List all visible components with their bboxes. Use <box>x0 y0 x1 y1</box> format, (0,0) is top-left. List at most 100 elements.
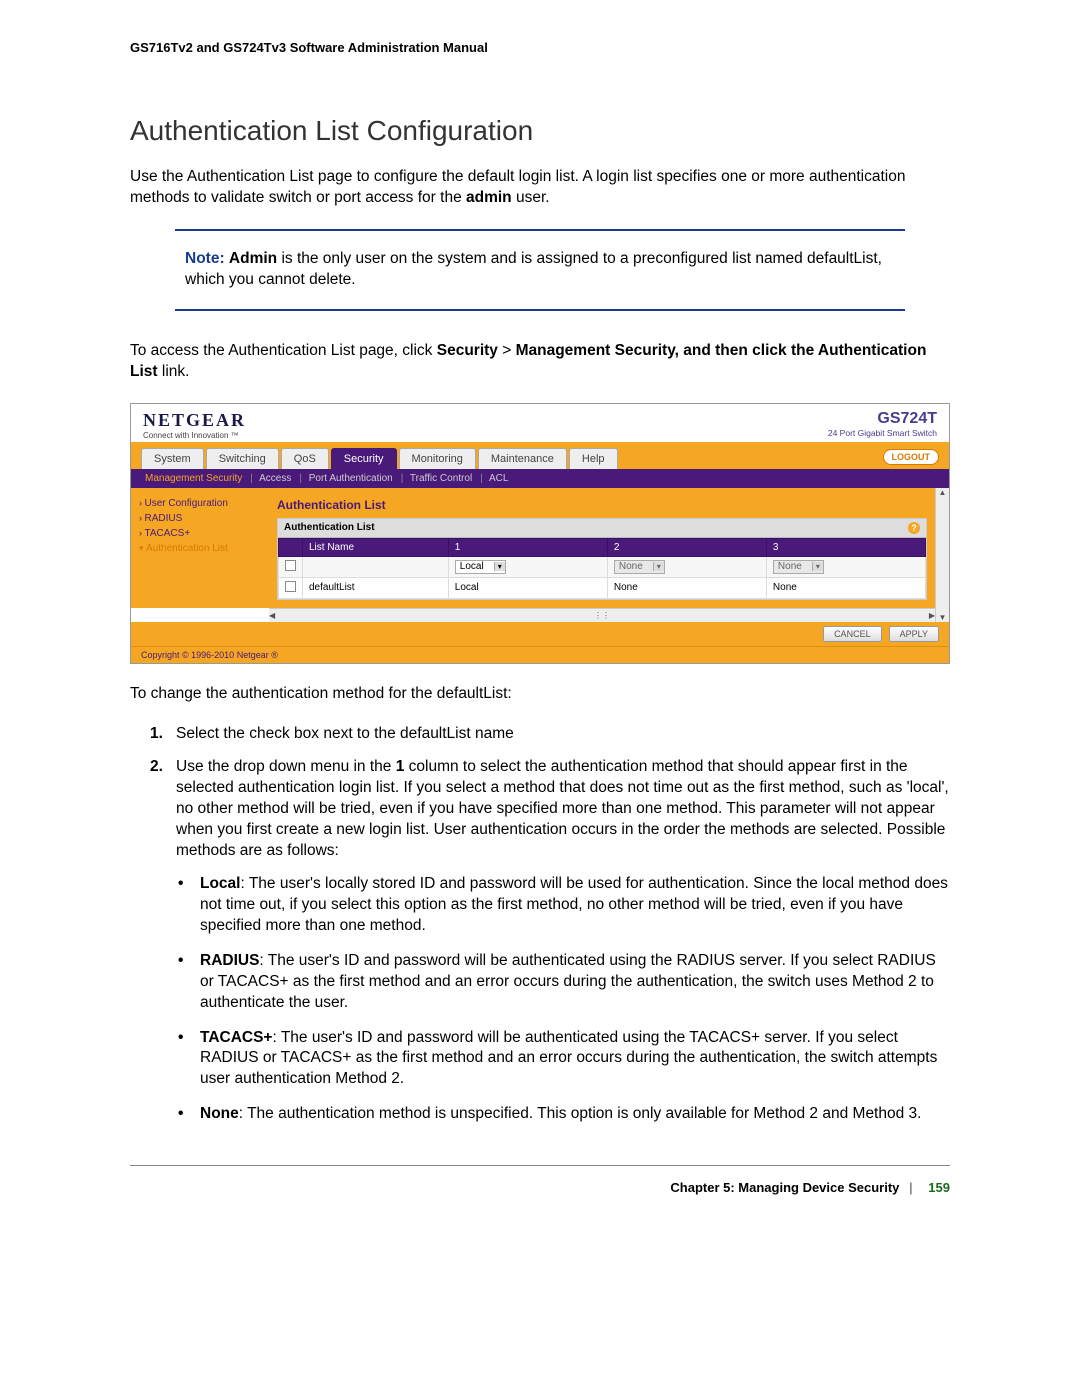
ss-product-block: GS724T 24 Port Gigabit Smart Switch <box>828 410 937 440</box>
scroll-grip-icon[interactable]: ⋮⋮ <box>594 611 610 620</box>
bullet-dot-icon: • <box>178 1104 200 1125</box>
bullet-label: Local <box>200 875 240 892</box>
sidebar-item-radius[interactable]: RADIUS <box>139 511 269 526</box>
tab-security[interactable]: Security <box>331 448 397 469</box>
access-path1: Security <box>437 342 498 359</box>
section-heading: Authentication List Configuration <box>130 115 950 147</box>
subtab-management-security[interactable]: Management Security <box>145 473 242 484</box>
col-list-name: List Name <box>303 538 449 556</box>
method2-cell: None <box>607 577 766 598</box>
bullet-radius: • RADIUS: The user's ID and password wil… <box>178 951 950 1014</box>
scroll-down-icon[interactable]: ▼ <box>939 613 947 622</box>
footer-chapter: Chapter 5: Managing Device Security <box>670 1180 899 1195</box>
ss-logo-block: NETGEAR Connect with Innovation ™ <box>143 410 246 440</box>
access-paragraph: To access the Authentication List page, … <box>130 341 950 383</box>
bullet-local: • Local: The user's locally stored ID an… <box>178 874 950 937</box>
step-text: Use the drop down menu in the 1 column t… <box>176 757 950 862</box>
manual-title: GS716Tv2 and GS724Tv3 Software Administr… <box>130 40 950 55</box>
list-name-cell: defaultList <box>303 577 449 598</box>
table-row: defaultList Local None None <box>279 577 926 598</box>
step-1: 1. Select the check box next to the defa… <box>150 724 950 745</box>
panel-header-label: Authentication List <box>284 522 375 534</box>
col-checkbox <box>279 538 303 556</box>
chevron-down-icon: ▾ <box>653 562 664 571</box>
footer-rule <box>130 1165 950 1166</box>
ss-top-bar: NETGEAR Connect with Innovation ™ GS724T… <box>131 404 949 442</box>
bullet-label: RADIUS <box>200 952 259 969</box>
main-panel-title: Authentication List <box>277 496 927 518</box>
ss-sidebar: User Configuration RADIUS TACACS+ Authen… <box>139 496 269 600</box>
bullet-text: : The user's locally stored ID and passw… <box>200 875 948 934</box>
cancel-button[interactable]: CANCEL <box>823 626 882 642</box>
method2-value: None <box>615 561 653 572</box>
row-checkbox[interactable] <box>285 560 296 571</box>
note-box: Note: Admin is the only user on the syst… <box>175 229 905 311</box>
method1-value: Local <box>456 561 494 572</box>
method3-dropdown[interactable]: None▾ <box>773 560 824 574</box>
intro-text-2: user. <box>512 189 550 206</box>
bullet-text: : The authentication method is unspecifi… <box>239 1105 922 1122</box>
tab-maintenance[interactable]: Maintenance <box>478 448 567 469</box>
subtab-traffic-control[interactable]: Traffic Control <box>410 473 472 484</box>
help-icon[interactable]: ? <box>908 522 920 534</box>
tab-switching[interactable]: Switching <box>206 448 279 469</box>
step-number: 1. <box>150 724 176 745</box>
sidebar-item-authentication-list[interactable]: Authentication List <box>139 541 269 556</box>
scroll-left-icon[interactable]: ◀ <box>269 611 275 620</box>
ss-action-bar: CANCEL APPLY <box>131 622 949 646</box>
vertical-scrollbar[interactable]: ▲ ▼ <box>935 488 949 622</box>
scroll-up-icon[interactable]: ▲ <box>939 488 947 497</box>
subtab-port-authentication[interactable]: Port Authentication <box>309 473 393 484</box>
sidebar-item-tacacs[interactable]: TACACS+ <box>139 526 269 541</box>
col-2: 2 <box>607 538 766 556</box>
subtab-access[interactable]: Access <box>259 473 291 484</box>
access-post: link. <box>158 363 190 380</box>
ss-copyright: Copyright © 1996-2010 Netgear ® <box>131 646 949 663</box>
footer-page-number: 159 <box>928 1180 950 1195</box>
ss-sub-tab-bar: Management Security| Access| Port Authen… <box>131 469 949 488</box>
bullet-dot-icon: • <box>178 951 200 1014</box>
method3-value: None <box>774 561 812 572</box>
ordered-steps: 1. Select the check box next to the defa… <box>150 724 950 862</box>
method1-dropdown[interactable]: Local▾ <box>455 560 506 574</box>
subtab-acl[interactable]: ACL <box>489 473 508 484</box>
method1-cell: Local <box>448 577 607 598</box>
horizontal-scrollbar[interactable]: ◀ ⋮⋮ ▶ <box>269 608 935 622</box>
col-3: 3 <box>766 538 925 556</box>
chevron-down-icon: ▾ <box>812 562 823 571</box>
step-text: Select the check box next to the default… <box>176 724 514 745</box>
tab-help[interactable]: Help <box>569 448 618 469</box>
bullet-dot-icon: • <box>178 1028 200 1091</box>
product-name: GS724T <box>828 410 937 428</box>
auth-list-panel: Authentication List ? List Name 1 2 3 <box>277 518 927 600</box>
table-row-input: Local▾ None▾ <box>279 556 926 577</box>
method2-dropdown[interactable]: None▾ <box>614 560 665 574</box>
intro-admin-word: admin <box>466 189 512 206</box>
ss-tab-bar: System Switching QoS Security Monitoring… <box>131 442 949 469</box>
instructions-lead: To change the authentication method for … <box>130 684 950 705</box>
ui-screenshot: NETGEAR Connect with Innovation ™ GS724T… <box>130 403 950 664</box>
note-text: is the only user on the system and is as… <box>185 250 882 288</box>
logout-button[interactable]: LOGOUT <box>883 449 940 465</box>
list-name-input[interactable] <box>303 556 449 577</box>
col-1: 1 <box>448 538 607 556</box>
bullet-none: • None: The authentication method is uns… <box>178 1104 950 1125</box>
bullet-text: : The user's ID and password will be aut… <box>200 952 936 1011</box>
apply-button[interactable]: APPLY <box>889 626 939 642</box>
note-admin-word: Admin <box>229 250 277 267</box>
tab-monitoring[interactable]: Monitoring <box>399 448 476 469</box>
chevron-down-icon: ▾ <box>494 562 505 571</box>
intro-paragraph: Use the Authentication List page to conf… <box>130 167 950 209</box>
access-gt: > <box>502 342 511 359</box>
tab-system[interactable]: System <box>141 448 204 469</box>
product-desc: 24 Port Gigabit Smart Switch <box>828 428 937 438</box>
bullet-label: TACACS+ <box>200 1029 272 1046</box>
sidebar-item-user-configuration[interactable]: User Configuration <box>139 496 269 511</box>
footer-separator: | <box>909 1180 913 1195</box>
tab-qos[interactable]: QoS <box>281 448 329 469</box>
method3-cell: None <box>766 577 925 598</box>
panel-header: Authentication List ? <box>278 519 926 538</box>
ss-main: Authentication List Authentication List … <box>277 496 927 600</box>
ss-body: User Configuration RADIUS TACACS+ Authen… <box>131 488 935 608</box>
row-checkbox[interactable] <box>285 581 296 592</box>
